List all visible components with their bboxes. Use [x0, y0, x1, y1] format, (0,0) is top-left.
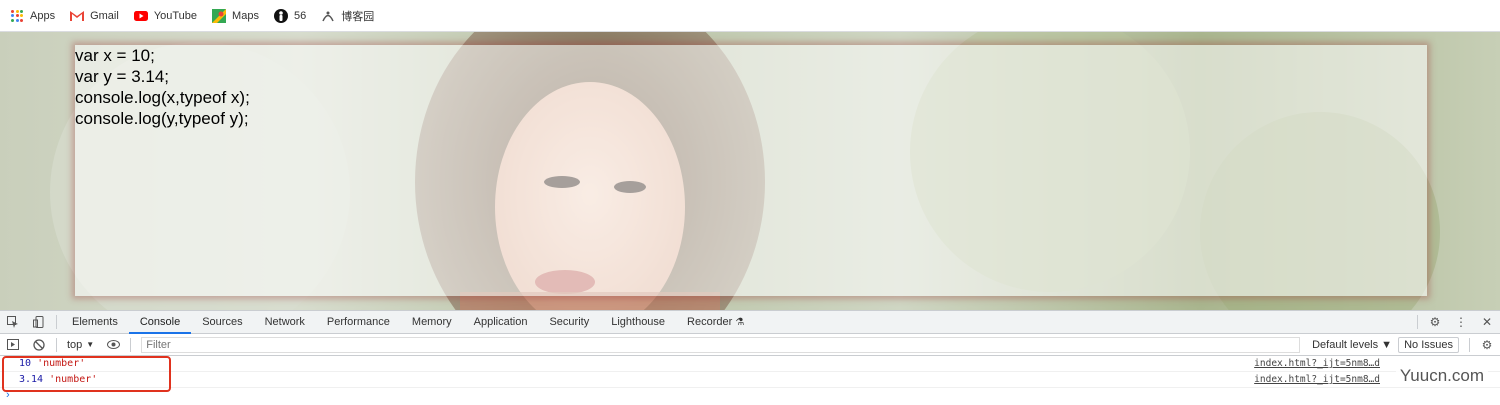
log-source-link[interactable]: index.html?_ijt=5nm8…d [1254, 374, 1380, 385]
tab-console[interactable]: Console [128, 311, 192, 334]
devtools-panel: Elements Console Sources Network Perform… [0, 310, 1500, 405]
close-icon[interactable]: ✕ [1474, 311, 1500, 334]
issues-badge[interactable]: No Issues [1398, 336, 1459, 353]
tab-network[interactable]: Network [254, 311, 316, 334]
code-line: var x = 10; [75, 46, 155, 65]
tab-sources[interactable]: Sources [191, 311, 253, 334]
bookmarks-bar: Apps Gmail YouTube Maps 56 博客园 [0, 0, 1500, 32]
code-line: console.log(x,typeof x); [75, 88, 250, 107]
code-display-box: var x = 10; var y = 3.14; console.log(x,… [75, 45, 1427, 296]
bookmark-youtube[interactable]: YouTube [133, 9, 198, 23]
console-prompt[interactable]: › [0, 388, 1500, 402]
tab-elements[interactable]: Elements [61, 311, 129, 334]
apps-grid-icon [10, 9, 24, 23]
console-log-row: 10 'number' index.html?_ijt=5nm8…d [0, 356, 1500, 372]
bookmark-apps[interactable]: Apps [10, 9, 55, 23]
tab-memory[interactable]: Memory [401, 311, 463, 334]
highlight-box [2, 356, 171, 392]
divider [130, 337, 132, 352]
sidebar-toggle-icon[interactable] [0, 333, 26, 356]
clear-console-icon[interactable] [26, 333, 52, 356]
filter-input[interactable] [141, 336, 1301, 353]
log-levels-dropdown[interactable]: Default levels ▼ [1306, 339, 1398, 351]
code-line: console.log(y,typeof y); [75, 109, 249, 128]
tab-recorder-label: Recorder [687, 315, 733, 328]
bookmark-label: 56 [293, 9, 307, 22]
bookmark-label: YouTube [153, 9, 198, 22]
devtools-tab-bar: Elements Console Sources Network Perform… [0, 311, 1500, 334]
divider [56, 337, 57, 352]
cnblogs-icon [321, 9, 335, 23]
bookmark-label: Apps [30, 9, 56, 22]
bookmark-label: Maps [232, 9, 259, 22]
tab-performance[interactable]: Performance [316, 311, 401, 334]
inspect-element-icon[interactable] [0, 311, 26, 334]
log-source-link[interactable]: index.html?_ijt=5nm8…d [1254, 358, 1380, 369]
page-viewport: var x = 10; var y = 3.14; console.log(x,… [0, 32, 1500, 310]
gear-icon[interactable]: ⚙ [1422, 311, 1448, 334]
bookmark-gmail[interactable]: Gmail [70, 9, 119, 23]
console-toolbar: top ▼ Default levels ▼ No Issues ⚙ [0, 334, 1500, 356]
device-toolbar-icon[interactable] [26, 311, 52, 334]
console-log-row: 3.14 'number' index.html?_ijt=5nm8…d [0, 372, 1500, 388]
divider [1417, 315, 1418, 329]
tab-lighthouse[interactable]: Lighthouse [600, 311, 676, 334]
context-label: top [67, 338, 83, 351]
tab-application[interactable]: Application [463, 311, 539, 334]
gmail-icon [70, 9, 85, 23]
bookmark-label: 博客园 [341, 10, 375, 23]
divider [1469, 337, 1470, 352]
context-selector[interactable]: top ▼ [61, 336, 100, 354]
divider [56, 315, 57, 329]
bookmark-label: Gmail [90, 9, 119, 22]
bookmark-56[interactable]: 56 [273, 8, 307, 23]
dropdown-arrow-icon: ▼ [86, 340, 95, 349]
bookmark-cnblogs[interactable]: 博客园 [321, 8, 374, 24]
youtube-icon [133, 9, 148, 23]
tab-recorder[interactable]: Recorder ⚗ [676, 311, 755, 334]
bookmark-maps[interactable]: Maps [212, 8, 259, 23]
code-line: var y = 3.14; [75, 67, 170, 86]
flask-icon: ⚗ [735, 316, 745, 328]
more-options-icon[interactable]: ⋮ [1448, 311, 1474, 334]
console-settings-gear-icon[interactable]: ⚙ [1474, 333, 1500, 356]
maps-icon [212, 8, 227, 23]
person-icon [273, 8, 288, 23]
eye-icon[interactable] [100, 333, 126, 356]
watermark: Yuucn.com [1395, 365, 1488, 387]
tab-security[interactable]: Security [538, 311, 600, 334]
